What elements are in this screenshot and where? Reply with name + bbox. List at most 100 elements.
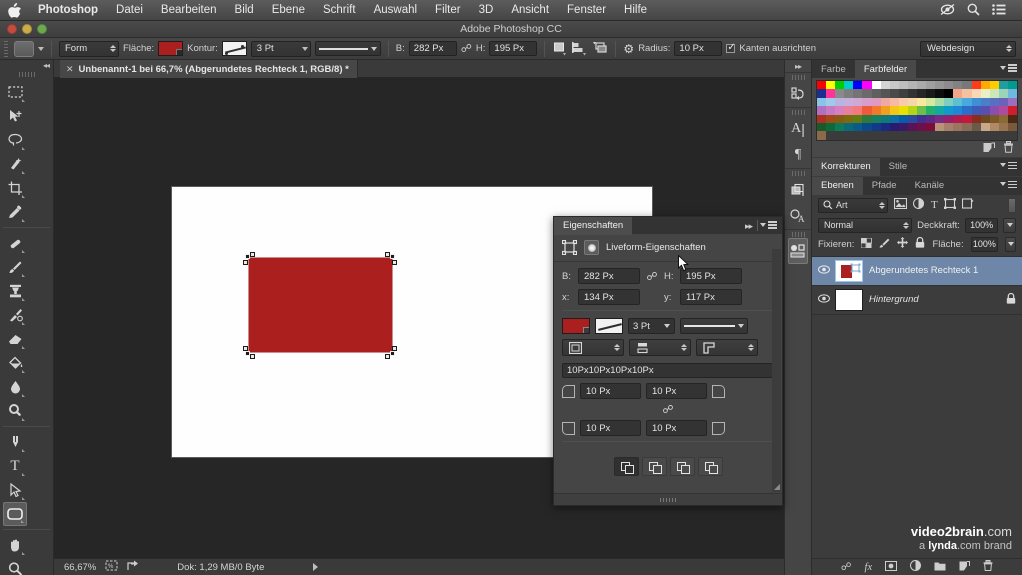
swatch-cell[interactable] (1007, 81, 1017, 90)
swatch-cell[interactable] (889, 106, 899, 115)
swatch-cell[interactable] (962, 122, 972, 132)
swatch-cell[interactable] (826, 89, 836, 98)
panel-menu-icon[interactable] (1000, 161, 1017, 170)
swatch-cell[interactable] (980, 97, 990, 107)
lock-all-icon[interactable] (915, 237, 925, 251)
handle-bottom-left[interactable] (250, 354, 255, 359)
panel-menu-icon[interactable] (1000, 64, 1017, 72)
document-info-icon[interactable]: % (105, 560, 118, 574)
swatch-cell[interactable] (871, 97, 881, 107)
dock-grip[interactable] (785, 108, 811, 116)
hand-icon[interactable] (3, 533, 27, 557)
link-icon[interactable]: ☍ (645, 270, 659, 283)
tab-stile[interactable]: Stile (880, 158, 916, 176)
swatch-cell[interactable] (935, 106, 945, 115)
anchor-point-top-right[interactable] (390, 254, 395, 259)
filter-stepper-icon[interactable] (879, 201, 885, 209)
new-swatch-icon[interactable] (983, 142, 995, 156)
swatch-cell[interactable] (817, 89, 827, 98)
history-icon[interactable] (785, 81, 811, 107)
swatch-cell[interactable] (998, 122, 1008, 132)
y-input[interactable]: 117 Px (680, 289, 742, 305)
swatch-cell[interactable] (962, 106, 972, 115)
lock-image-icon[interactable] (879, 238, 890, 251)
corner-top-left-input[interactable]: 10 Px (580, 383, 641, 399)
swatch-cell[interactable] (862, 97, 872, 107)
workspace-select[interactable]: Webdesign (920, 40, 1016, 57)
brush-icon[interactable] (3, 255, 27, 279)
swatch-cell[interactable] (916, 97, 927, 107)
swatch-cell[interactable] (953, 122, 963, 132)
tab-farbfelder[interactable]: Farbfelder (854, 60, 917, 78)
swatch-cell[interactable] (826, 106, 836, 115)
swatch-cell[interactable] (889, 97, 899, 107)
swatch-cell[interactable] (953, 97, 963, 107)
swatch-cell[interactable] (916, 81, 927, 90)
swatch-cell[interactable] (889, 122, 899, 132)
handle-right-bottom[interactable] (392, 346, 397, 351)
swatch-cell[interactable] (971, 106, 981, 115)
swatch-cell[interactable] (998, 97, 1008, 107)
paint-bucket-icon[interactable] (3, 351, 27, 375)
swatch-cell[interactable] (944, 114, 954, 123)
swatch-cell[interactable] (862, 81, 872, 90)
swatch-cell[interactable] (871, 106, 881, 115)
tool-preset-chevron-icon[interactable] (38, 46, 44, 51)
swatch-cell[interactable] (926, 114, 936, 123)
swatch-cell[interactable] (944, 97, 954, 107)
handle-bottom-right[interactable] (385, 354, 390, 359)
swatch-cell[interactable] (998, 81, 1008, 90)
stroke-options-icon[interactable] (595, 318, 623, 334)
swatch-cell[interactable] (953, 81, 963, 90)
swatch-cell[interactable] (871, 89, 881, 98)
exclude-overlap-icon[interactable] (697, 457, 723, 476)
trash-icon[interactable] (1003, 141, 1014, 156)
stroke-cap-icon[interactable] (629, 339, 691, 356)
collapse-icon[interactable]: ▸▸ (745, 221, 753, 232)
character-icon[interactable]: A | (785, 116, 811, 142)
rectangular-marquee-icon[interactable] (3, 80, 27, 104)
swatch-cell[interactable] (935, 114, 945, 123)
radius-input[interactable]: 10 Px (674, 41, 723, 56)
swatch-cell[interactable] (998, 114, 1008, 123)
menu-item-bild[interactable]: Bild (226, 4, 263, 16)
swatch-cell[interactable] (862, 122, 872, 132)
menu-item-auswahl[interactable]: Auswahl (365, 4, 426, 16)
lock-position-icon[interactable] (897, 237, 909, 251)
workspace-stepper-icon[interactable] (1006, 45, 1012, 52)
fill-dropdown-button[interactable] (1005, 236, 1016, 252)
swatch-cell[interactable] (853, 122, 863, 132)
align-edges-checkbox[interactable] (726, 42, 736, 53)
width-input[interactable]: 282 Px (578, 268, 640, 284)
swatch-cell[interactable] (862, 106, 872, 115)
swatch-cell[interactable] (1007, 97, 1017, 107)
corner-radius-summary[interactable]: 10Px10Px10Px10Px (562, 363, 774, 378)
smart-object-icon[interactable] (961, 198, 974, 212)
swatch-cell[interactable] (835, 106, 845, 115)
properties-footer-grip[interactable] (660, 497, 676, 502)
swatch-cell[interactable] (971, 97, 981, 107)
anchor-point-bottom-right[interactable] (390, 351, 395, 356)
swatch-cell[interactable] (817, 106, 827, 115)
swatch-cell[interactable] (844, 106, 854, 115)
dock-grip[interactable] (785, 230, 811, 238)
zoom-level[interactable]: 66,67% (64, 562, 96, 573)
swatch-cell[interactable] (817, 122, 827, 132)
tab-ebenen[interactable]: Ebenen (812, 176, 863, 195)
swatch-cell[interactable] (989, 81, 999, 90)
document-tab[interactable]: ✕ Unbenannt-1 bei 66,7% (Abgerundetes Re… (60, 60, 358, 78)
swatch-cell[interactable] (907, 97, 917, 107)
clone-stamp-icon[interactable] (3, 279, 27, 303)
swatch-cell[interactable] (844, 89, 854, 98)
swatch-cell[interactable] (916, 122, 927, 132)
blend-mode-select[interactable]: Normal (818, 217, 913, 233)
link-dimensions-icon[interactable]: ☍ (461, 42, 472, 55)
menu-item-filter[interactable]: Filter (426, 4, 470, 16)
new-group-icon[interactable] (934, 561, 946, 574)
swatch-cell[interactable] (944, 81, 954, 90)
swatch-cell[interactable] (971, 114, 981, 123)
handle-top-left[interactable] (250, 252, 255, 257)
eraser-icon[interactable] (3, 327, 27, 351)
layer-filter-select[interactable]: Art (818, 197, 888, 213)
swatch-cell[interactable] (935, 97, 945, 107)
